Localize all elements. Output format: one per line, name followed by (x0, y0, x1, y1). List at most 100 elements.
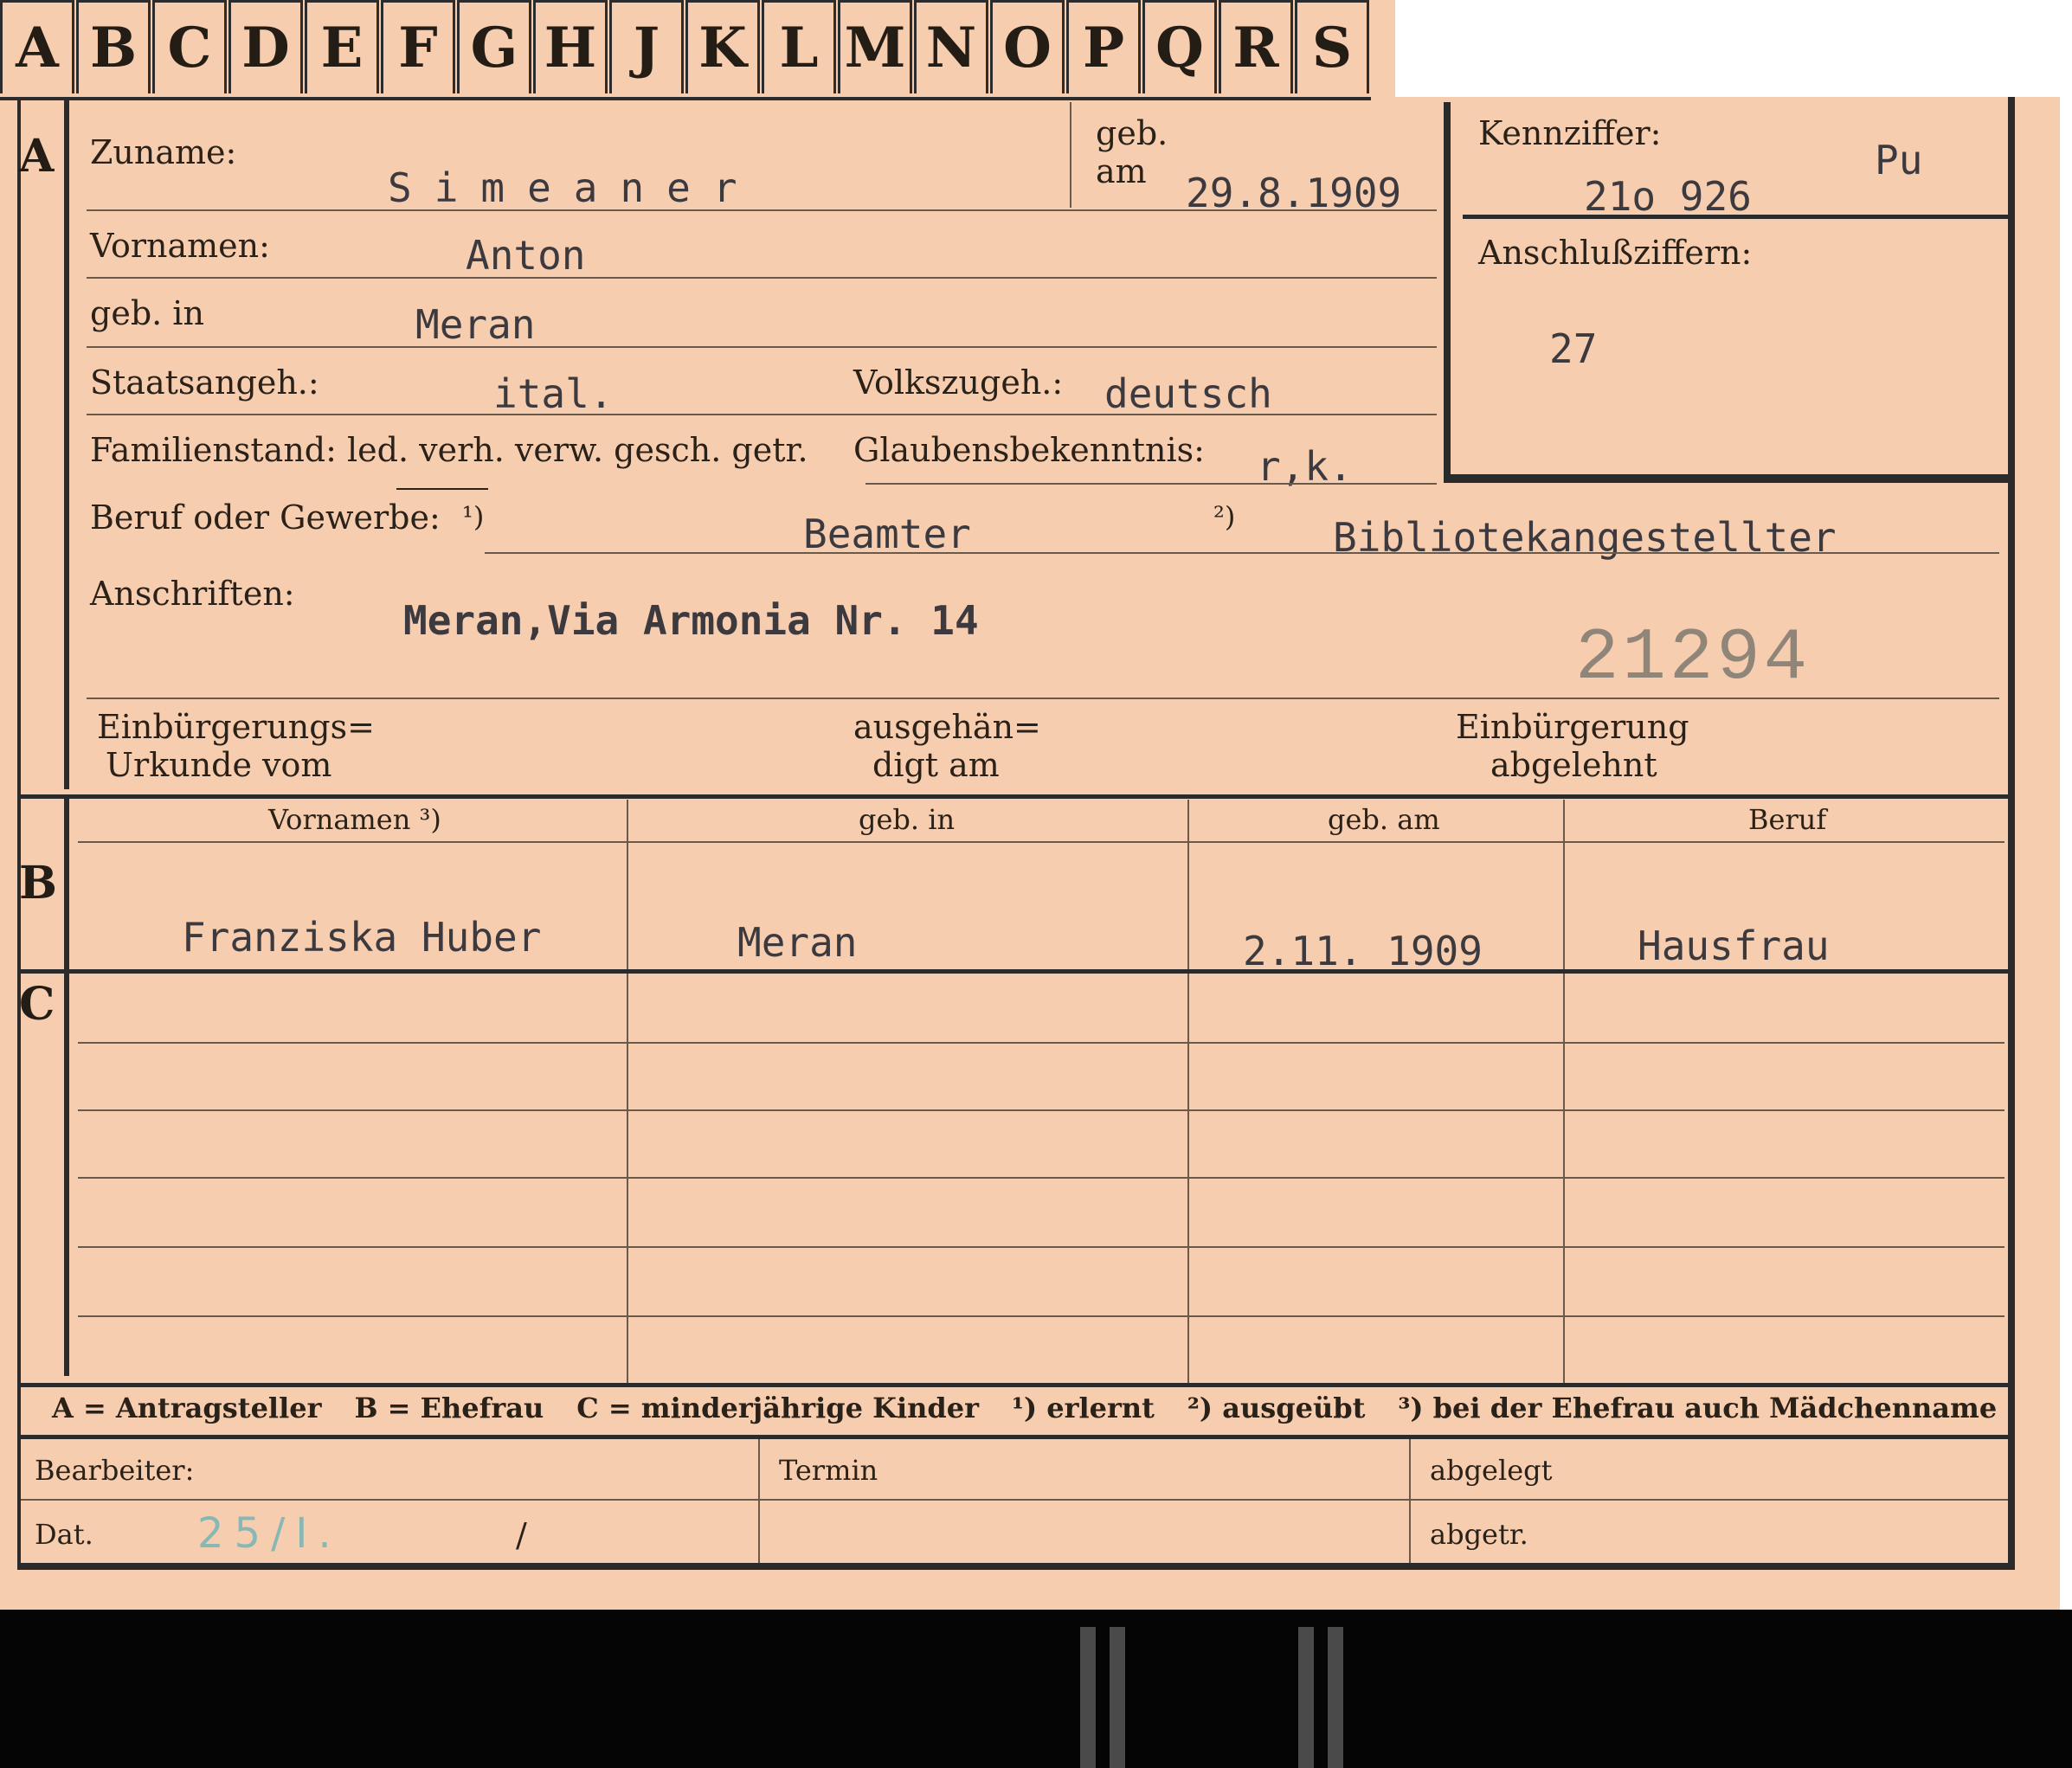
rule-geb-in (87, 346, 1437, 348)
rule-vornamen (87, 277, 1437, 279)
spouse-header-geb-am: geb. am (1328, 803, 1440, 836)
children-row-rule (78, 1109, 2004, 1111)
spouse-header-rule (78, 841, 2004, 843)
index-tab-s: S (1295, 0, 1369, 93)
rule-staatsangeh (87, 414, 1437, 415)
beruf-label: Beruf oder Gewerbe: (90, 498, 441, 537)
children-row-rule (78, 1177, 2004, 1179)
index-tab-f: F (381, 0, 455, 93)
staatsangeh-label: Staatsangeh.: (90, 363, 319, 402)
index-tab-c: C (152, 0, 227, 93)
frame-inner-left-2 (64, 794, 69, 1376)
kennziffer-box-left (1444, 102, 1451, 483)
spouse-header-geb-in: geb. in (859, 803, 956, 836)
children-row-rule (78, 1246, 2004, 1248)
spouse-col-divider-2 (1187, 800, 1189, 969)
einbuergerung-abgelehnt-label-2: abgelehnt (1490, 746, 1657, 784)
termin-label: Termin (779, 1454, 878, 1487)
rule-glaubens (865, 483, 1437, 485)
divider-c-legend (17, 1383, 2008, 1387)
index-tab-m: M (838, 0, 912, 93)
kennziffer-code: Pu (1875, 137, 1923, 183)
dat-value: 25/I. (197, 1509, 342, 1558)
index-tab-a: A (0, 0, 74, 93)
spouse-occupation: Hausfrau (1638, 923, 1830, 969)
dat-label: Dat. (35, 1518, 93, 1551)
scanner-clip (1110, 1627, 1125, 1768)
ausgehaendigt-label-1: ausgehän= (853, 708, 1041, 746)
ausgehaendigt-label-2: digt am (872, 746, 1000, 784)
vornamen-value: Anton (466, 232, 586, 279)
divider-legend-footer (17, 1435, 2008, 1439)
frame-right (2008, 97, 2015, 1568)
scanner-clip (1298, 1627, 1314, 1768)
legend-a: A = Antragsteller (52, 1392, 322, 1424)
vornamen-label: Vornamen: (90, 227, 270, 265)
einbuergerungsurkunde-label-2: Urkunde vom (106, 746, 332, 784)
index-tab-p: P (1066, 0, 1141, 93)
index-tab-strip: ABCDEFGHJKLMNOPQRS (0, 0, 1371, 100)
glaubens-label: Glaubensbekenntnis: (853, 431, 1205, 469)
anschriften-label: Anschriften: (90, 575, 295, 613)
index-tab-e: E (305, 0, 379, 93)
beruf-footnote-1: ¹) (462, 500, 485, 533)
zuname-value: Simeaner (388, 164, 760, 211)
spouse-name: Franziska Huber (182, 914, 542, 961)
frame-left (17, 97, 21, 1566)
familienstand-underline (396, 488, 488, 490)
index-tab-q: Q (1142, 0, 1217, 93)
index-tab-r: R (1219, 0, 1293, 93)
index-tab-n: N (914, 0, 988, 93)
geb-am-label-2: am (1096, 152, 1147, 190)
scanner-background (0, 1610, 2072, 1768)
zuname-divider (1070, 102, 1071, 208)
spouse-birthplace: Meran (737, 919, 858, 966)
einbuergerungsurkunde-label-1: Einbürgerungs= (97, 708, 375, 746)
stamp-number: 21294 (1575, 618, 1811, 700)
children-row-rule (78, 1042, 2004, 1044)
footer-rule (21, 1499, 2008, 1501)
legend-note-2: ²) ausgeübt (1187, 1392, 1366, 1424)
index-tab-j: J (609, 0, 684, 93)
footer-divider-1 (758, 1439, 760, 1563)
divider-a-b (17, 794, 2008, 799)
kennziffer-label: Kennziffer: (1478, 114, 1662, 152)
index-tab-l: L (762, 0, 836, 93)
geb-in-label: geb. in (90, 294, 204, 332)
beruf-footnote-2: ²) (1213, 500, 1236, 533)
zuname-label: Zuname: (90, 133, 237, 171)
legend-c: C = minderjährige Kinder (576, 1392, 979, 1424)
frame-bottom (17, 1563, 2015, 1570)
legend-note-3: ³) bei der Ehefrau auch Mädchenname (1398, 1392, 1998, 1424)
section-letter-c: C (19, 978, 55, 1031)
section-letter-b: B (19, 857, 57, 910)
anschriften-value: Meran,Via Armonia Nr. 14 (403, 597, 979, 644)
abgelegt-label: abgelegt (1430, 1454, 1553, 1487)
spouse-col-divider-3 (1563, 800, 1565, 969)
dat-slash: / (516, 1516, 527, 1554)
legend-note-1: ¹) erlernt (1011, 1392, 1155, 1424)
geb-am-label-1: geb. (1096, 114, 1168, 152)
index-tab-b: B (76, 0, 151, 93)
bearbeiter-label: Bearbeiter: (35, 1454, 195, 1487)
footer-divider-2 (1409, 1439, 1411, 1563)
einbuergerung-abgelehnt-label-1: Einbürgerung (1456, 708, 1689, 746)
spouse-header-beruf: Beruf (1748, 803, 1827, 836)
index-tab-o: O (990, 0, 1065, 93)
spouse-header-vornamen: Vornamen ³) (268, 803, 441, 836)
scanner-clip (1328, 1627, 1343, 1768)
legend: A = Antragsteller B = Ehefrau C = minder… (52, 1392, 1997, 1424)
registration-card: ABCDEFGHJKLMNOPQRS A Zuname: Simeaner ge… (0, 0, 2070, 1610)
anschlussziffern-value: 27 (1549, 325, 1598, 372)
rule-anschriften (87, 698, 1999, 699)
index-tab-g: G (457, 0, 531, 93)
rule-zuname (87, 209, 1437, 211)
scanner-clip (1080, 1627, 1096, 1768)
kennziffer-value: 21o 926 (1584, 173, 1752, 220)
anschlussziffern-label: Anschlußziffern: (1478, 234, 1753, 272)
staatsangeh-value: ital. (493, 370, 614, 417)
frame-inner-left (64, 97, 69, 789)
beruf-value-1: Beamter (803, 511, 971, 557)
index-tab-k: K (685, 0, 760, 93)
index-tab-h: H (533, 0, 608, 93)
